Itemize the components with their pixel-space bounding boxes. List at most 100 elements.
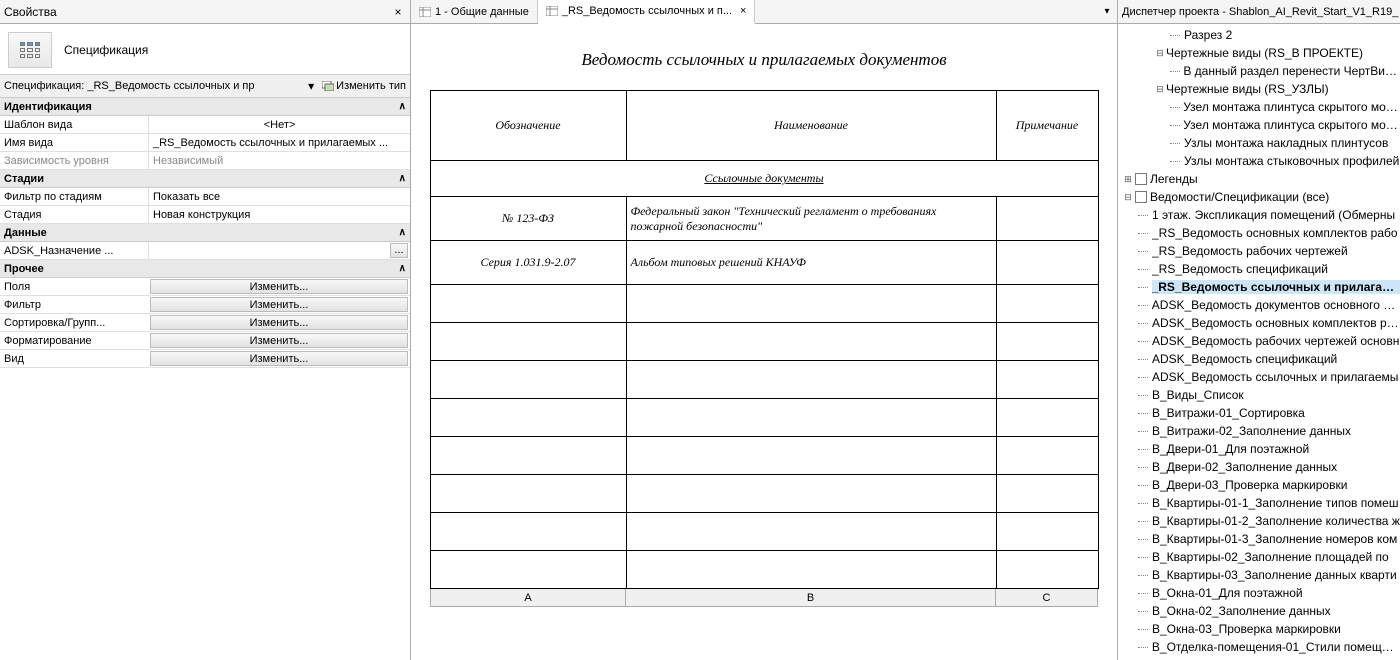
prop-value[interactable]: Новая конструкция: [148, 206, 410, 223]
prop-edit-button[interactable]: Изменить...: [150, 351, 408, 366]
table-cell[interactable]: Серия 1.031.9-2.07: [430, 241, 626, 285]
table-cell[interactable]: [430, 551, 626, 589]
collapse-icon[interactable]: ∧: [399, 173, 406, 184]
prop-edit-button[interactable]: Изменить...: [150, 279, 408, 294]
prop-edit-button[interactable]: Изменить...: [150, 297, 408, 312]
table-cell[interactable]: [996, 437, 1098, 475]
chevron-down-icon[interactable]: ▾: [304, 79, 318, 93]
table-cell[interactable]: № 123-ФЗ: [430, 197, 626, 241]
tree-leaf[interactable]: В_Окна-02_Заполнение данных: [1118, 602, 1400, 620]
table-cell[interactable]: [430, 513, 626, 551]
tree-leaf[interactable]: _RS_Ведомость рабочих чертежей: [1118, 242, 1400, 260]
tree-leaf[interactable]: Узлы монтажа стыковочных профилей: [1118, 152, 1400, 170]
tree-leaf[interactable]: В_Окна-03_Проверка маркировки: [1118, 620, 1400, 638]
tree-leaf[interactable]: В_Двери-03_Проверка маркировки: [1118, 476, 1400, 494]
column-letter[interactable]: A: [430, 589, 626, 607]
column-header[interactable]: Обозначение: [430, 91, 626, 161]
table-cell[interactable]: [626, 361, 996, 399]
prop-group-data[interactable]: Данные∧: [0, 224, 410, 242]
view-tab[interactable]: 1 - Общие данные: [411, 0, 538, 23]
tree-leaf[interactable]: _RS_Ведомость основных комплектов рабо: [1118, 224, 1400, 242]
table-cell[interactable]: [430, 323, 626, 361]
tree-leaf[interactable]: ADSK_Ведомость документов основного ком: [1118, 296, 1400, 314]
collapse-icon[interactable]: ∧: [399, 101, 406, 112]
table-cell[interactable]: [430, 285, 626, 323]
table-cell[interactable]: [430, 399, 626, 437]
project-browser-tree[interactable]: Разрез 2⊟Чертежные виды (RS_В ПРОЕКТЕ)В …: [1118, 24, 1400, 660]
type-selector[interactable]: Спецификация: [0, 24, 410, 74]
table-row[interactable]: [430, 285, 1098, 323]
column-letter[interactable]: C: [996, 589, 1098, 607]
tree-leaf[interactable]: Разрез 2: [1118, 26, 1400, 44]
tree-leaf[interactable]: В_Квартиры-01-2_Заполнение количества ж: [1118, 512, 1400, 530]
tree-leaf[interactable]: ADSK_Ведомость основных комплектов раб: [1118, 314, 1400, 332]
tree-leaf[interactable]: В_Витражи-02_Заполнение данных: [1118, 422, 1400, 440]
table-cell[interactable]: [996, 197, 1098, 241]
tree-branch[interactable]: ⊞Легенды: [1118, 170, 1400, 188]
tree-leaf[interactable]: 1 этаж. Экспликация помещений (Обмерны: [1118, 206, 1400, 224]
prop-edit-button[interactable]: Изменить...: [150, 315, 408, 330]
tree-leaf[interactable]: _RS_Ведомость ссылочных и прилагаемы: [1118, 278, 1400, 296]
table-row[interactable]: Серия 1.031.9-2.07Альбом типовых решений…: [430, 241, 1098, 285]
prop-group-other[interactable]: Прочее∧: [0, 260, 410, 278]
tree-leaf[interactable]: ADSK_Ведомость ссылочных и прилагаемы: [1118, 368, 1400, 386]
tree-leaf[interactable]: В_Двери-01_Для поэтажной: [1118, 440, 1400, 458]
table-cell[interactable]: [996, 323, 1098, 361]
table-cell[interactable]: [996, 475, 1098, 513]
collapse-icon[interactable]: ⊟: [1154, 48, 1166, 59]
collapse-icon[interactable]: ⊟: [1154, 84, 1166, 95]
tree-branch[interactable]: ⊟Ведомости/Спецификации (все): [1118, 188, 1400, 206]
tree-leaf[interactable]: В данный раздел перенести ЧертВиды д: [1118, 62, 1400, 80]
prop-value[interactable]: Показать все: [148, 188, 410, 205]
tree-leaf[interactable]: В_Квартиры-02_Заполнение площадей по: [1118, 548, 1400, 566]
tree-leaf[interactable]: Узлы монтажа накладных плинтусов: [1118, 134, 1400, 152]
edit-type-button[interactable]: Изменить тип: [318, 80, 410, 92]
tab-close-icon[interactable]: ×: [740, 5, 746, 17]
tree-branch[interactable]: ⊟Чертежные виды (RS_УЗЛЫ): [1118, 80, 1400, 98]
prop-edit-button[interactable]: Изменить...: [150, 333, 408, 348]
table-cell[interactable]: [996, 513, 1098, 551]
tree-leaf[interactable]: В_Отделка-помещения-01_Стили помещени: [1118, 638, 1400, 656]
table-cell[interactable]: [430, 361, 626, 399]
collapse-icon[interactable]: ∧: [399, 227, 406, 238]
table-row[interactable]: [430, 399, 1098, 437]
table-cell[interactable]: [996, 399, 1098, 437]
tree-leaf[interactable]: В_Квартиры-01-3_Заполнение номеров ком: [1118, 530, 1400, 548]
prop-value[interactable]: <Нет>: [148, 116, 410, 133]
column-header[interactable]: Примечание: [996, 91, 1098, 161]
expand-icon[interactable]: ⊞: [1122, 174, 1134, 185]
table-row[interactable]: [430, 551, 1098, 589]
close-icon[interactable]: ×: [390, 5, 406, 19]
prop-value[interactable]: [148, 242, 390, 259]
table-cell[interactable]: [626, 285, 996, 323]
tree-leaf[interactable]: ADSK_Ведомость рабочих чертежей основн: [1118, 332, 1400, 350]
tree-leaf[interactable]: ADSK_Ведомость спецификаций: [1118, 350, 1400, 368]
prop-group-id[interactable]: Идентификация∧: [0, 98, 410, 116]
collapse-icon[interactable]: ∧: [399, 263, 406, 274]
tree-leaf[interactable]: В_Виды_Список: [1118, 386, 1400, 404]
table-row[interactable]: [430, 323, 1098, 361]
schedule-view[interactable]: Ведомость ссылочных и прилагаемых докуме…: [411, 24, 1117, 660]
ellipsis-button[interactable]: ...: [390, 243, 408, 258]
tree-leaf[interactable]: В_Квартиры-01-1_Заполнение типов помеш: [1118, 494, 1400, 512]
section-header[interactable]: Ссылочные документы: [430, 161, 1098, 197]
table-row[interactable]: [430, 475, 1098, 513]
table-cell[interactable]: [626, 323, 996, 361]
table-cell[interactable]: [430, 437, 626, 475]
view-tab[interactable]: _RS_Ведомость ссылочных и п...×: [538, 0, 756, 24]
prop-value[interactable]: _RS_Ведомость ссылочных и прилагаемых ..…: [148, 134, 410, 151]
prop-group-stages[interactable]: Стадии∧: [0, 170, 410, 188]
tabs-menu-icon[interactable]: ▾: [1097, 0, 1117, 23]
tree-leaf[interactable]: В_Двери-02_Заполнение данных: [1118, 458, 1400, 476]
table-cell[interactable]: [996, 285, 1098, 323]
tree-leaf[interactable]: Узел монтажа плинтуса скрытого монтаж: [1118, 116, 1400, 134]
table-cell[interactable]: [626, 513, 996, 551]
table-cell[interactable]: [626, 475, 996, 513]
table-cell[interactable]: [626, 399, 996, 437]
column-letter[interactable]: B: [626, 589, 996, 607]
tree-branch[interactable]: ⊟Чертежные виды (RS_В ПРОЕКТЕ): [1118, 44, 1400, 62]
column-header[interactable]: Наименование: [626, 91, 996, 161]
table-cell[interactable]: [626, 437, 996, 475]
table-row[interactable]: № 123-ФЗФедеральный закон "Технический р…: [430, 197, 1098, 241]
collapse-icon[interactable]: ⊟: [1122, 192, 1134, 203]
